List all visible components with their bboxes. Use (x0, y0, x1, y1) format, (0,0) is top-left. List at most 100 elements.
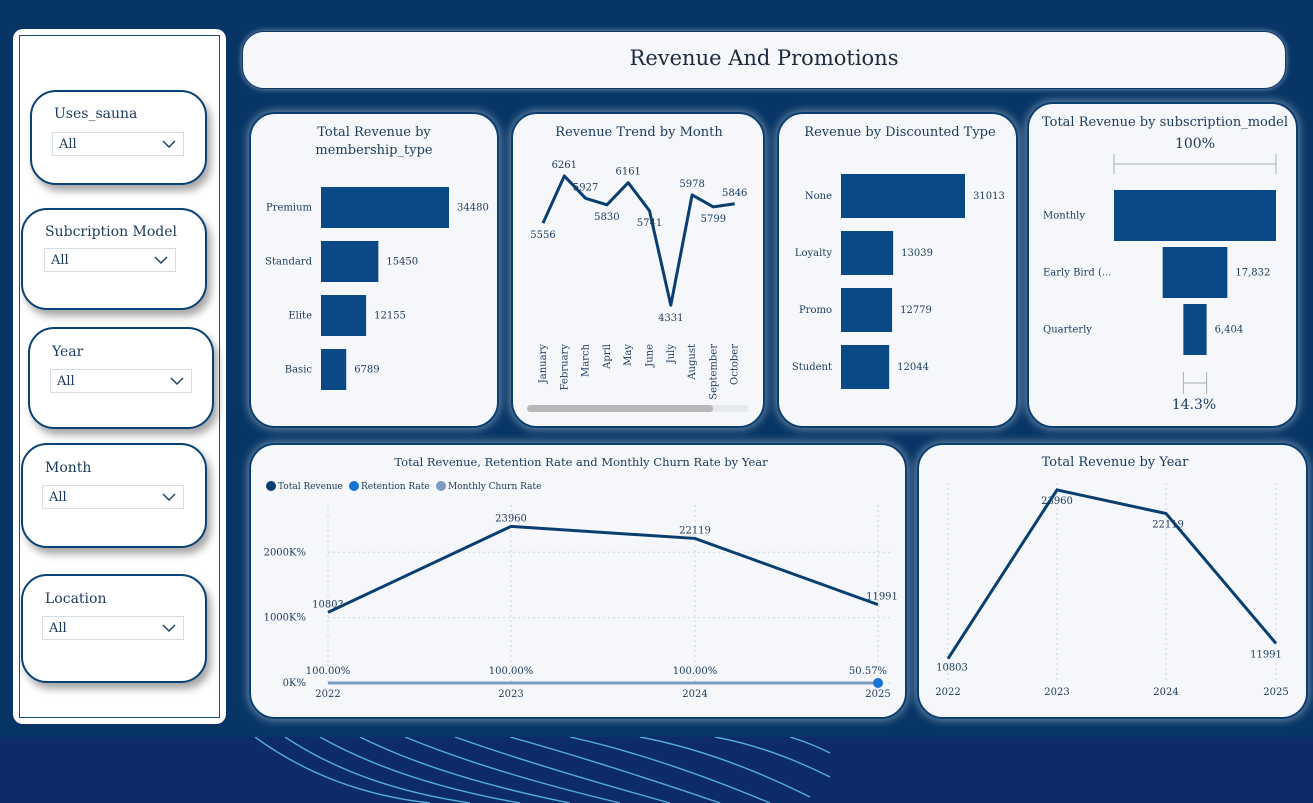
data-label: 5830 (594, 212, 619, 223)
data-label: 5741 (637, 218, 662, 229)
data-label: 6,404 (1215, 325, 1244, 336)
dropdown-value: All (59, 137, 77, 152)
month-tick-label: July (666, 344, 677, 365)
retention-data-label: 100.00% (306, 666, 351, 677)
data-label: 4331 (658, 313, 683, 324)
bar (321, 241, 379, 282)
y-tick-label: 0K% (283, 678, 306, 689)
data-label: 13039 (901, 248, 933, 259)
filter-title: Year (52, 344, 84, 360)
filter-title: Subcription Model (45, 224, 178, 240)
trend-line (541, 174, 735, 307)
funnel-bar (1114, 190, 1276, 241)
legend-marker (266, 481, 276, 491)
x-tick-label: 2025 (865, 689, 890, 700)
location-dropdown[interactable]: All (42, 616, 184, 640)
chart-title-line-1: Total Revenue by (317, 125, 431, 140)
x-tick-label: 2025 (1263, 687, 1288, 698)
funnel-bottom-percent: 14.3% (1172, 397, 1216, 413)
bar (321, 349, 347, 390)
category-label: Early Bird (... (1043, 268, 1111, 279)
chevron-down-icon (162, 624, 176, 632)
data-label: 17,832 (1235, 268, 1270, 279)
filter-uses-sauna: Uses_sauna All (30, 90, 207, 185)
chevron-down-icon (154, 256, 168, 264)
data-label: 12155 (374, 311, 406, 322)
retention-data-label: 100.00% (489, 666, 534, 677)
discounted-type-bar-chart: Revenue by Discounted Type None 31013 Loya… (792, 125, 1005, 389)
funnel-bar (1162, 247, 1228, 298)
category-label: Promo (799, 305, 832, 316)
category-label: Student (792, 362, 832, 373)
data-label: 5927 (573, 182, 598, 193)
data-label: 6261 (552, 160, 577, 171)
dropdown-value: All (49, 621, 67, 636)
month-tick-label: September (708, 344, 719, 400)
data-label: 5978 (679, 179, 704, 190)
x-tick-label: 2023 (1044, 687, 1069, 698)
revenue-data-label: 11991 (866, 592, 898, 603)
filter-year: Year All (28, 327, 214, 429)
data-label: 22119 (1152, 520, 1184, 531)
revenue-retention-churn-line-chart: Total Revenue, Retention Rate and Monthl… (264, 455, 898, 700)
month-tick-label: February (559, 344, 570, 391)
category-label: Premium (266, 203, 313, 214)
year-dropdown[interactable]: All (50, 369, 192, 393)
chart-card-discounted-type: Revenue by Discounted Type None 31013 Loya… (777, 112, 1018, 428)
month-tick-label: January (538, 344, 549, 385)
bar (841, 345, 890, 389)
subscription-model-funnel-chart: Total Revenue by subscription_model 100%… (1042, 115, 1288, 413)
month-tick-label: May (623, 344, 634, 366)
data-label: 31013 (973, 191, 1005, 202)
category-label: Quarterly (1043, 325, 1092, 336)
subscription-model-dropdown[interactable]: All (44, 248, 176, 272)
chart-card-revenue-retention-churn: Total Revenue, Retention Rate and Monthl… (249, 443, 907, 719)
y-tick-label: 1000K% (264, 613, 306, 624)
data-label: 15450 (386, 257, 418, 268)
retention-marker (873, 678, 883, 688)
y-tick-label: 2000K% (264, 547, 306, 558)
data-label: 12779 (900, 305, 932, 316)
bar (841, 174, 965, 218)
category-label: Monthly (1043, 211, 1085, 222)
bottom-decoration-band (0, 737, 1313, 803)
dropdown-value: All (51, 253, 69, 268)
page-title-card: Revenue And Promotions (242, 31, 1286, 89)
revenue-data-label: 10803 (312, 599, 344, 610)
data-label: 5846 (722, 188, 747, 199)
wave-decoration (254, 737, 831, 803)
filter-location: Location All (21, 574, 207, 683)
filter-title: Month (45, 460, 92, 476)
data-label: 5556 (530, 230, 555, 241)
data-label: 10803 (936, 663, 968, 674)
month-tick-label: March (581, 343, 592, 377)
data-label: 34480 (457, 203, 489, 214)
category-label: Loyalty (795, 248, 832, 259)
bar (321, 187, 449, 228)
data-label: 12044 (897, 362, 929, 373)
chart-title: Total Revenue by subscription_model (1042, 115, 1288, 130)
category-label: Standard (265, 257, 312, 268)
data-label: 5799 (701, 214, 726, 225)
retention-data-label: 100.00% (673, 666, 718, 677)
chart-card-membership-type: Total Revenue by membership_type Premium… (249, 112, 499, 428)
filter-subscription-model: Subcription Model All (21, 208, 207, 310)
revenue-data-label: 22119 (679, 525, 711, 536)
filter-month: Month All (21, 443, 207, 548)
revenue-trend-line-chart: Revenue Trend by Month 5556 January 6261 Fe… (527, 125, 749, 412)
bar (841, 288, 893, 332)
chart-title-line-2: membership_type (315, 143, 432, 158)
month-dropdown[interactable]: All (42, 485, 184, 509)
chevron-down-icon (162, 140, 176, 148)
revenue-line (946, 488, 1278, 660)
uses-sauna-dropdown[interactable]: All (52, 132, 184, 156)
chart-title: Total Revenue by Year (1042, 455, 1190, 470)
month-tick-label: October (730, 344, 741, 385)
chart-title: Total Revenue, Retention Rate and Monthl… (394, 455, 768, 469)
horizontal-scrollbar-thumb[interactable] (527, 405, 713, 412)
legend-label: Total Revenue (278, 482, 343, 492)
legend-marker (349, 481, 359, 491)
retention-data-label: 50.57% (849, 666, 887, 677)
legend-label: Retention Rate (361, 482, 430, 492)
chart-title: Revenue Trend by Month (555, 125, 723, 140)
